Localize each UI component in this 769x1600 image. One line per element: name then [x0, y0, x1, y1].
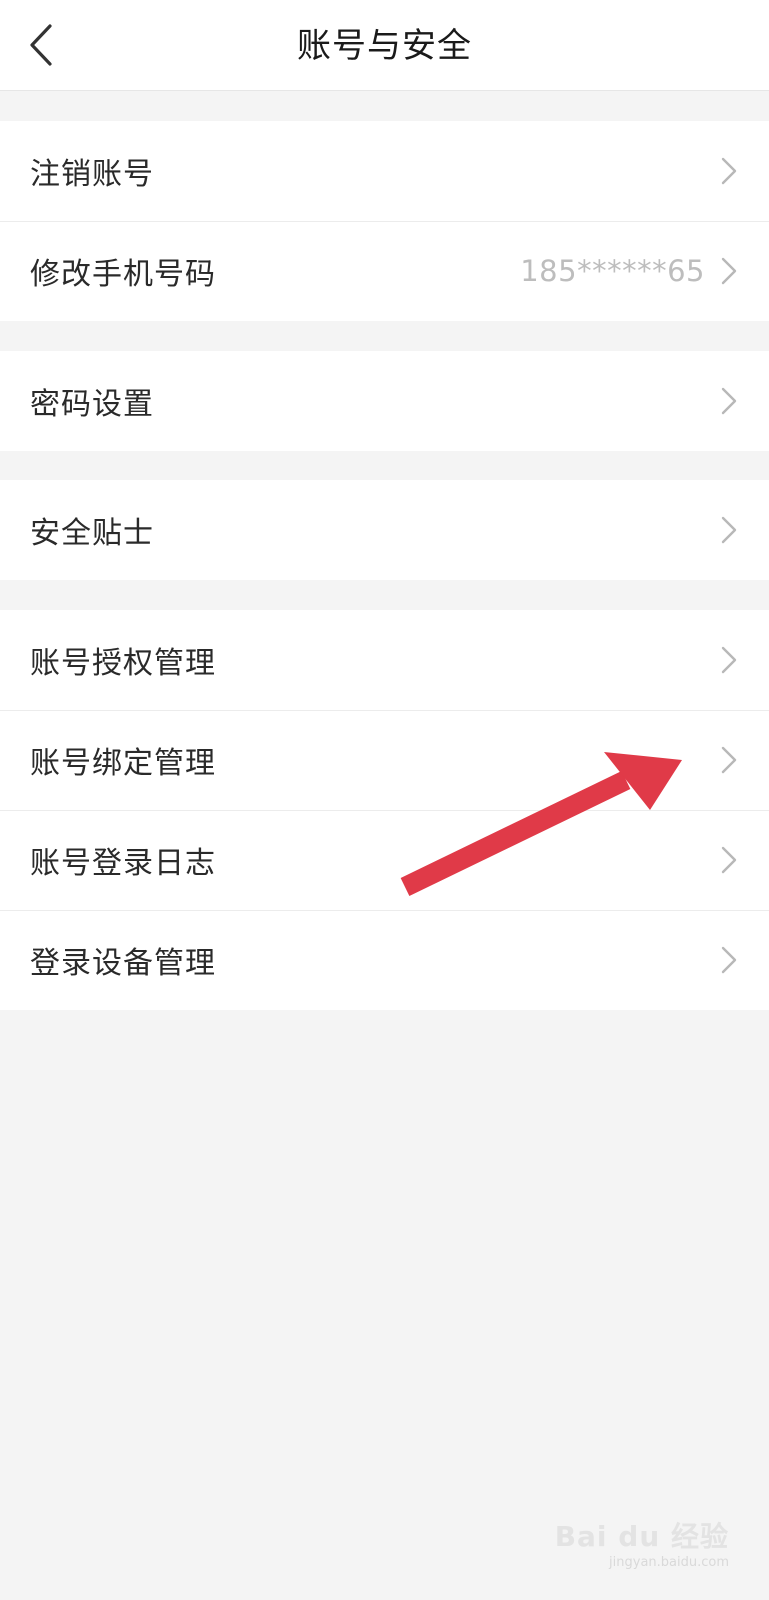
row-label: 修改手机号码 [30, 257, 216, 292]
settings-group-password: 密码设置 [0, 351, 769, 451]
settings-group-account: 注销账号 修改手机号码 185******65 [0, 121, 769, 321]
row-account-authorization[interactable]: 账号授权管理 [0, 610, 769, 710]
phone-number-value: 185******65 [520, 254, 705, 288]
row-label: 账号登录日志 [30, 846, 216, 881]
baidu-jingyan-watermark: Bai du 经验 jingyan.baidu.com [555, 1515, 729, 1570]
chevron-right-icon [721, 257, 737, 285]
chevron-right-icon [721, 846, 737, 874]
chevron-right-icon [721, 157, 737, 185]
watermark-url: jingyan.baidu.com [609, 1555, 729, 1570]
chevron-right-icon [721, 387, 737, 415]
row-label: 安全贴士 [30, 516, 154, 551]
watermark-logo-text: Bai du 经验 [554, 1520, 729, 1553]
row-label: 账号授权管理 [30, 646, 216, 681]
row-login-log[interactable]: 账号登录日志 [0, 810, 769, 910]
chevron-right-icon [721, 946, 737, 974]
top-navigation-bar: 账号与安全 [0, 0, 769, 91]
row-label: 密码设置 [30, 387, 154, 422]
page-title: 账号与安全 [297, 26, 472, 66]
row-cancel-account[interactable]: 注销账号 [0, 121, 769, 221]
chevron-right-icon [721, 516, 737, 544]
row-password-settings[interactable]: 密码设置 [0, 351, 769, 451]
row-account-binding[interactable]: 账号绑定管理 [0, 710, 769, 810]
row-label: 登录设备管理 [30, 946, 216, 981]
chevron-right-icon [721, 746, 737, 774]
row-change-phone[interactable]: 修改手机号码 185******65 [0, 221, 769, 321]
row-label: 账号绑定管理 [30, 746, 216, 781]
row-label: 注销账号 [30, 157, 154, 192]
row-login-devices[interactable]: 登录设备管理 [0, 910, 769, 1010]
settings-group-management: 账号授权管理 账号绑定管理 账号登录日志 登录设备管理 [0, 610, 769, 1010]
settings-group-tips: 安全贴士 [0, 480, 769, 580]
chevron-right-icon [721, 646, 737, 674]
row-security-tips[interactable]: 安全贴士 [0, 480, 769, 580]
